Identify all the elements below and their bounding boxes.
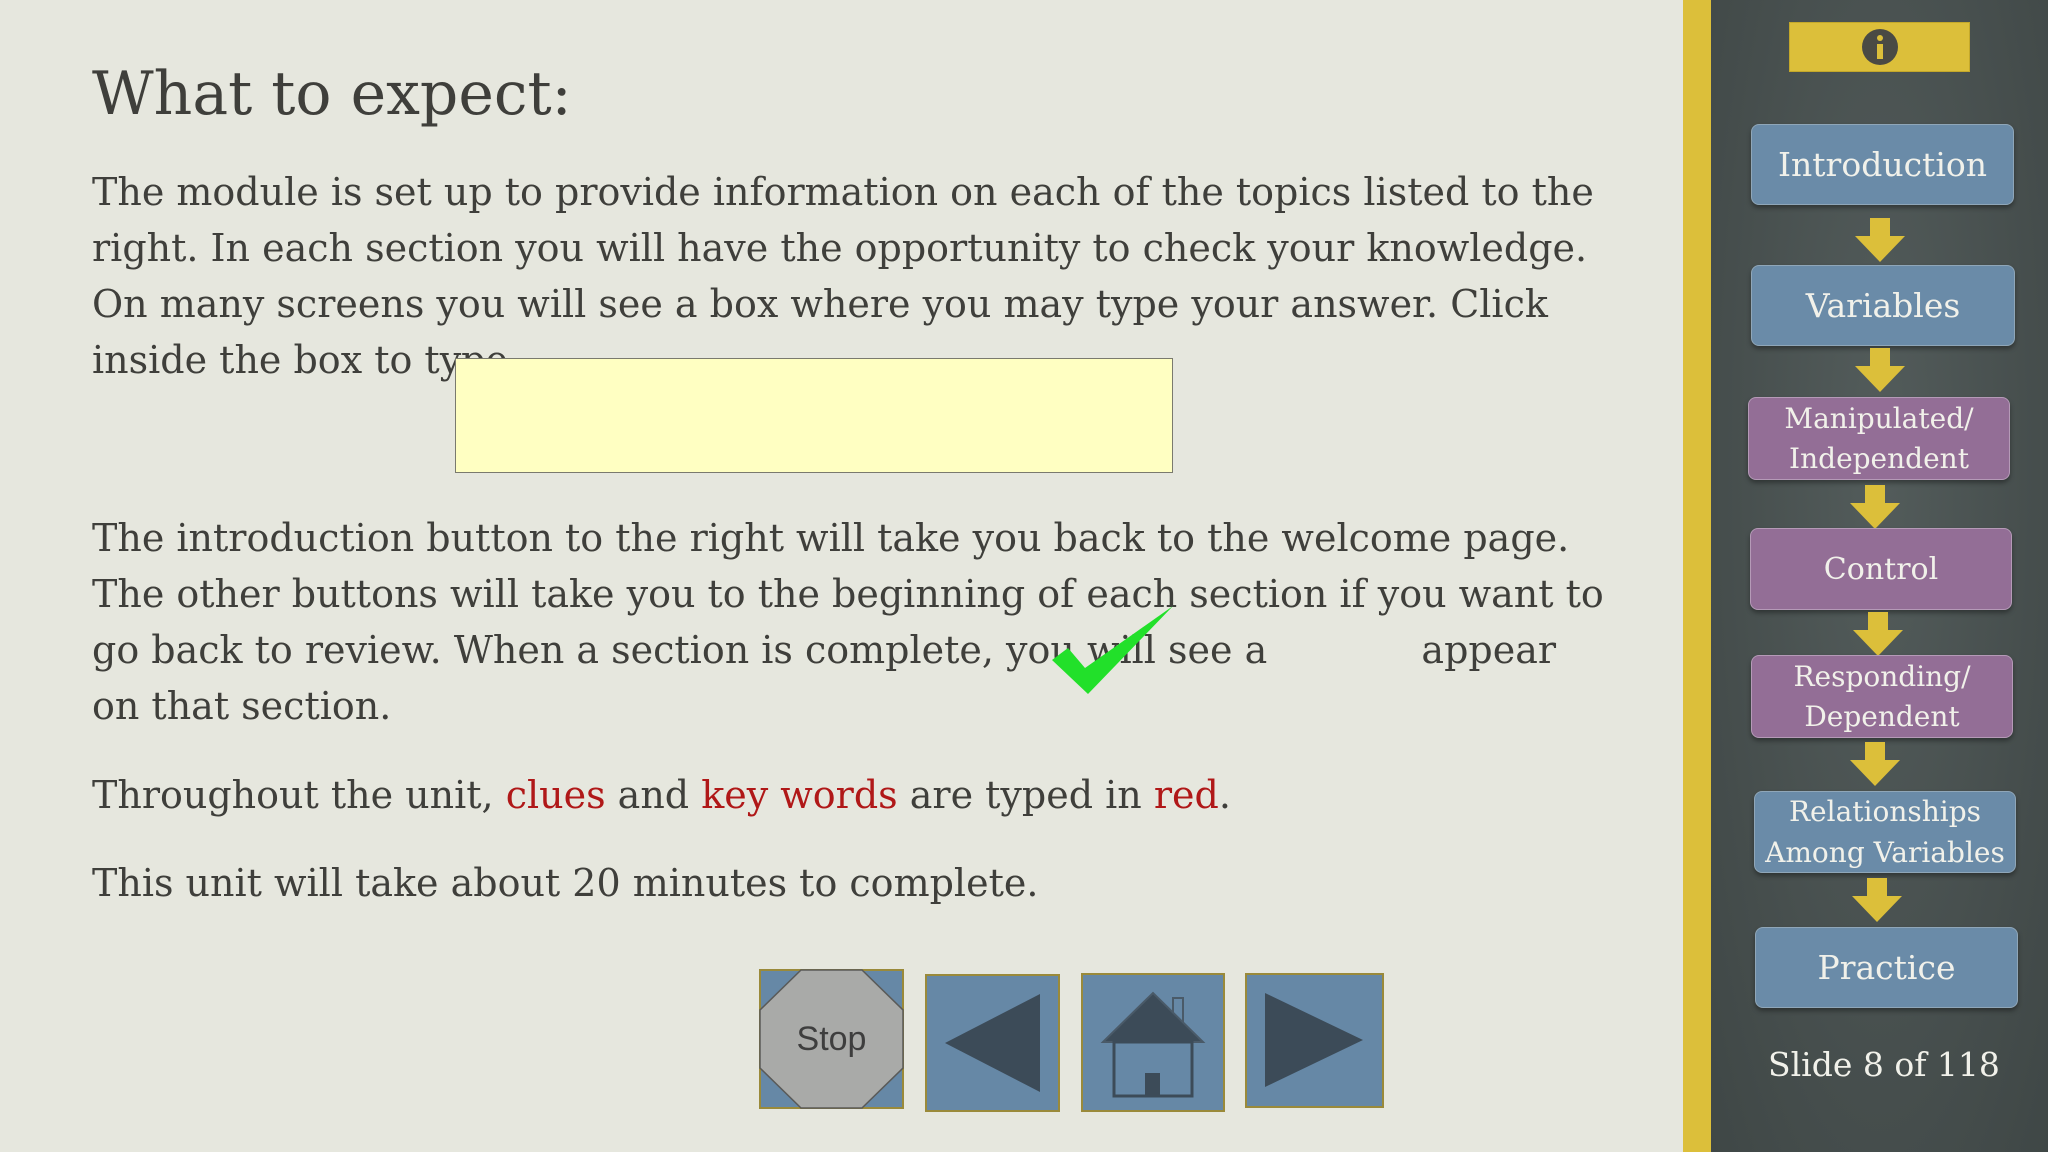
section-button-introduction[interactable]: Introduction — [1751, 124, 2014, 205]
next-button[interactable] — [1245, 973, 1384, 1108]
section-button-practice[interactable]: Practice — [1755, 927, 2018, 1008]
house-icon — [1081, 973, 1225, 1112]
back-button[interactable] — [925, 974, 1060, 1112]
intro-paragraph: The module is set up to provide informat… — [92, 170, 1594, 382]
clues-text-end: . — [1218, 773, 1231, 817]
triangle-right-icon — [1245, 973, 1384, 1108]
slide-content: What to expect: The module is set up to … — [0, 0, 1683, 1152]
arrow-down-icon — [1853, 612, 1903, 656]
stop-sign-icon — [759, 969, 904, 1109]
red-keyword: red — [1153, 773, 1219, 817]
navigation-paragraph-part1: The introduction button to the right wil… — [92, 516, 1604, 672]
section-button-control[interactable]: Control — [1750, 528, 2012, 610]
slide-counter: Slide 8 of 118 — [1768, 1045, 2000, 1084]
arrow-down-icon — [1850, 742, 1900, 786]
info-button[interactable] — [1789, 22, 1970, 72]
arrow-down-icon — [1850, 485, 1900, 529]
section-button-manipulated[interactable]: Manipulated/ Independent — [1748, 397, 2010, 480]
clues-text-mid: and — [605, 773, 702, 817]
navigation-paragraph: The introduction button to the right wil… — [92, 510, 1612, 734]
clues-keyword: clues — [505, 773, 606, 817]
checkmark-icon — [1052, 606, 1173, 694]
clues-paragraph: Throughout the unit, clues and key words… — [92, 767, 1612, 823]
clues-text-mid2: are typed in — [897, 773, 1154, 817]
page-title: What to expect: — [92, 59, 572, 129]
stop-button[interactable]: Stop — [759, 969, 904, 1109]
arrow-down-icon — [1855, 348, 1905, 392]
triangle-left-icon — [925, 974, 1060, 1112]
section-button-responding[interactable]: Responding/ Dependent — [1751, 655, 2013, 738]
arrow-down-icon — [1855, 218, 1905, 262]
section-button-relationships[interactable]: Relationships Among Variables — [1754, 791, 2016, 873]
duration-paragraph: This unit will take about 20 minutes to … — [92, 861, 1039, 905]
answer-input[interactable] — [455, 358, 1173, 473]
section-button-variables[interactable]: Variables — [1751, 265, 2015, 346]
key-words-keyword: key words — [701, 773, 898, 817]
home-button[interactable] — [1081, 973, 1225, 1112]
info-icon — [1861, 29, 1898, 65]
clues-text-pre: Throughout the unit, — [92, 773, 506, 817]
sidebar-accent-stripe — [1683, 0, 1711, 1152]
arrow-down-icon — [1852, 878, 1902, 922]
